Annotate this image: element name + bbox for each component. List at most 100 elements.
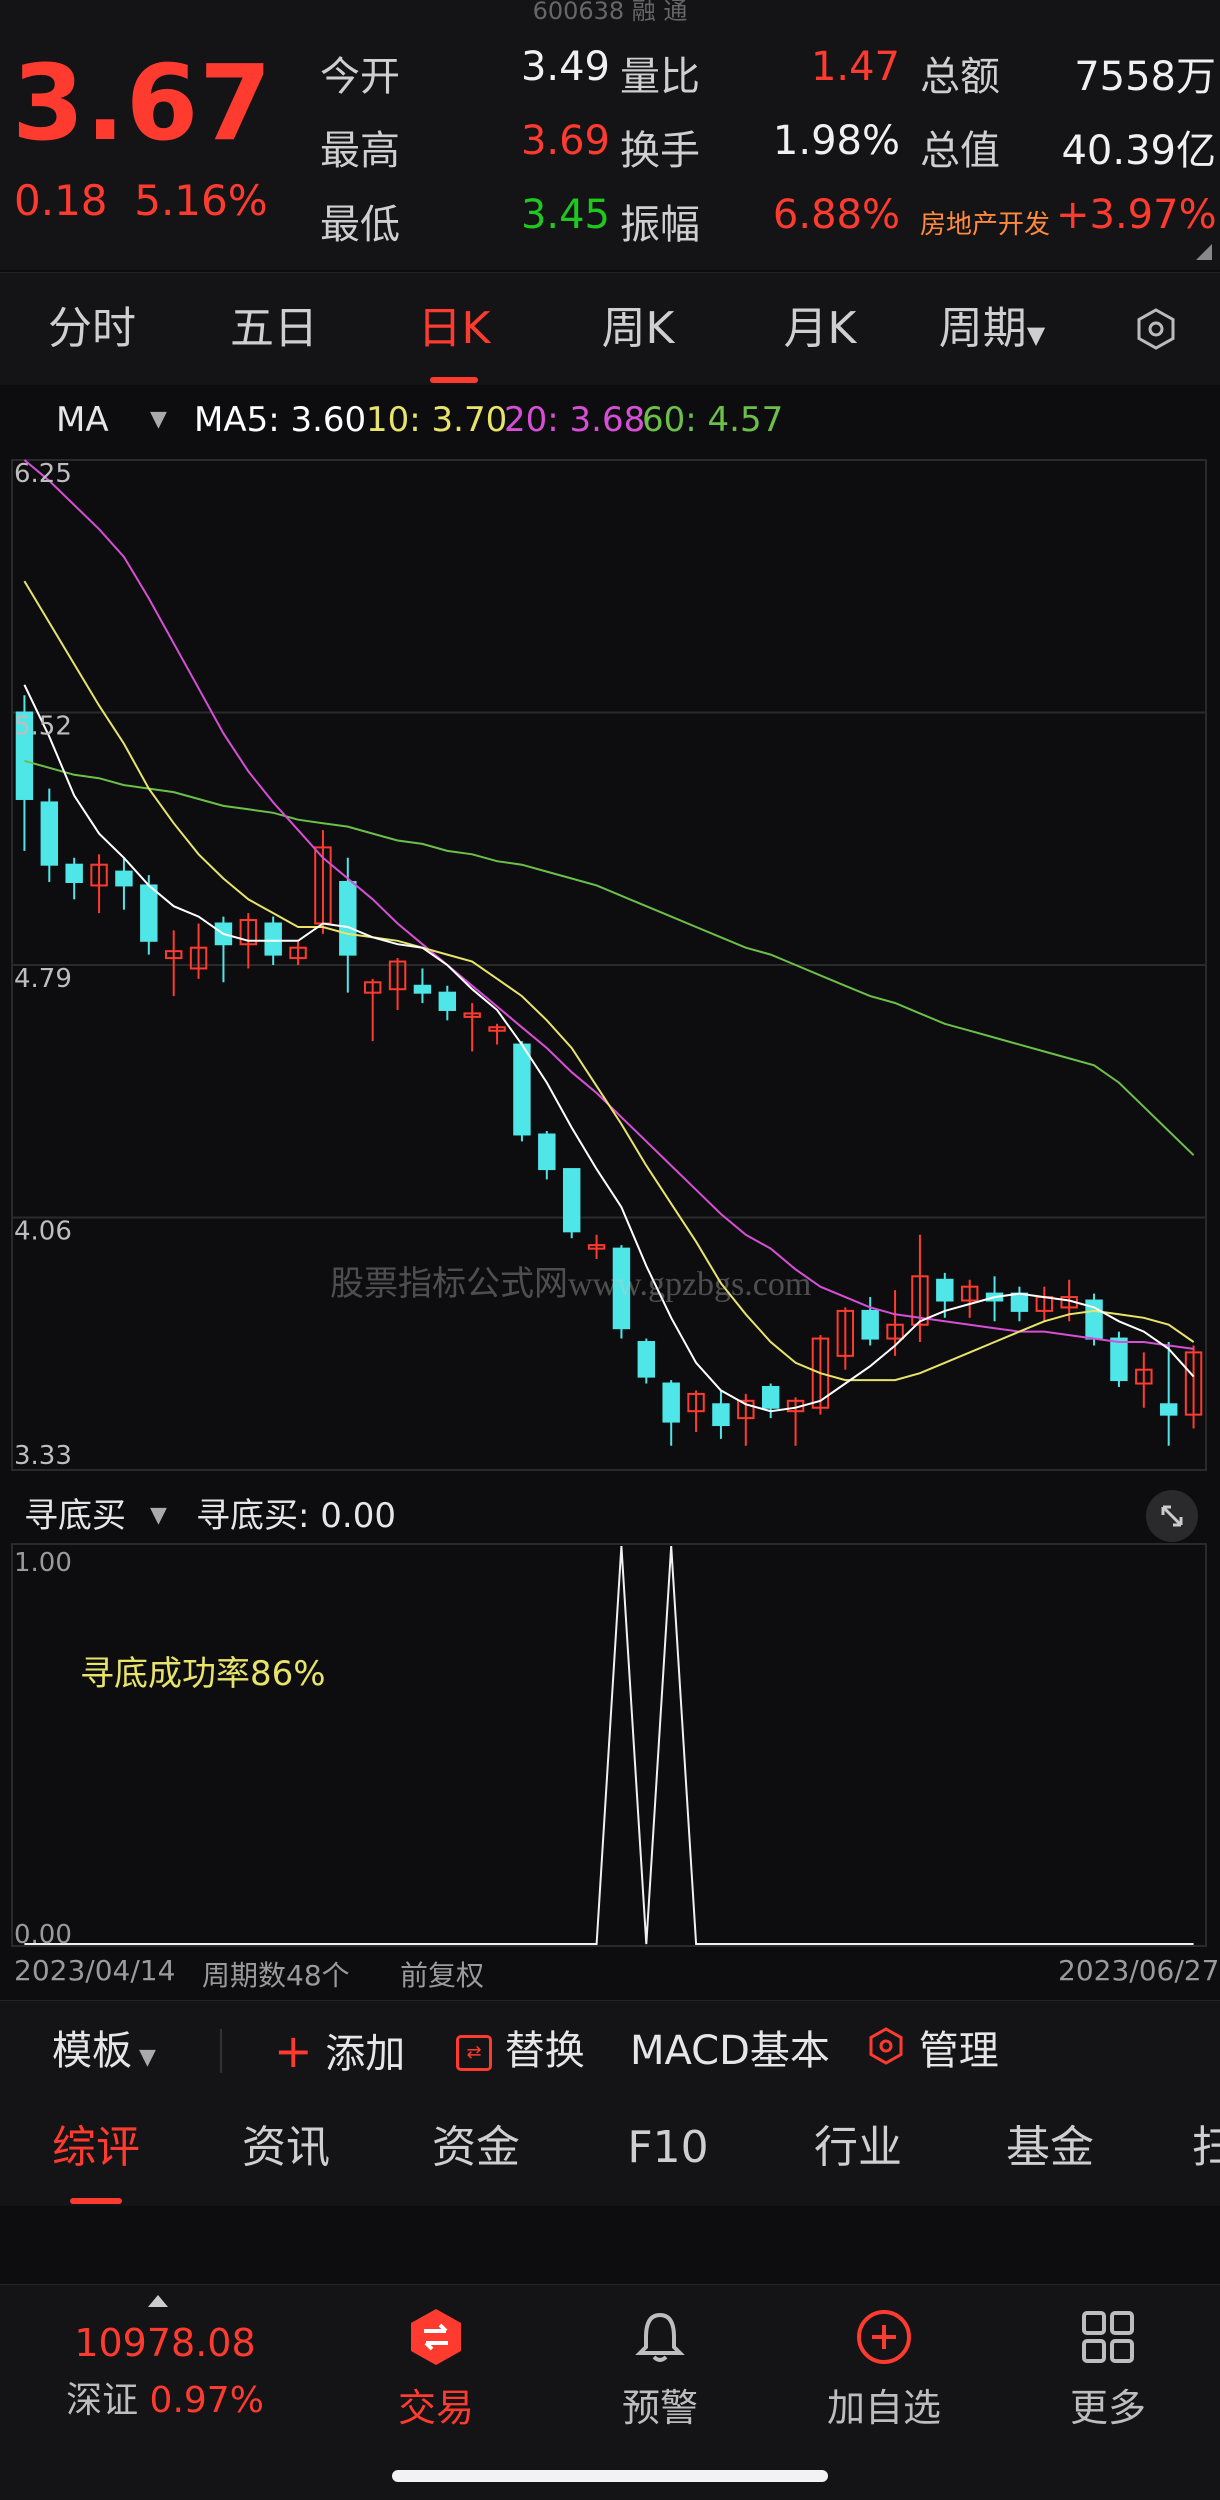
template-caret-icon: ▼ [132, 2045, 156, 2070]
y-tick-label: 3.33 [14, 1441, 72, 1471]
candle-body [513, 1043, 531, 1136]
stats-grid: 今开 3.49 量比 1.47 总额 7558万 最高 3.69 换手 1.98… [320, 44, 1217, 254]
period-count: 周期数48个 [202, 1959, 350, 1992]
candle-body [339, 880, 357, 956]
home-indicator [392, 2470, 828, 2482]
chart-grid [11, 459, 1207, 1947]
toolbar-divider [220, 2029, 222, 2073]
template-button[interactable]: 模板 ▼ [52, 2001, 156, 2101]
ma20-line [23, 459, 1194, 1350]
kline-chart[interactable]: 6.25 5.52 4.79 4.06 3.33 [0, 452, 1220, 1972]
y-tick-label: 5.52 [14, 712, 72, 742]
y-tick-label: 4.79 [14, 964, 72, 994]
tab-overview[interactable]: 综评 [16, 2090, 176, 2206]
index-change: 深证 0.97% [66, 2380, 264, 2421]
stat-amount-label: 总额 [920, 54, 1000, 100]
active-tab-indicator [430, 377, 478, 383]
candle-body [413, 984, 432, 994]
tab-news[interactable]: 资讯 [206, 2090, 366, 2206]
stat-volratio-value: 1.47 [810, 44, 900, 90]
tab-industry[interactable]: 行业 [778, 2090, 938, 2206]
replace-button[interactable]: ⇄ 替换 [456, 2001, 585, 2101]
swap-icon: ⇄ [456, 2035, 492, 2071]
index-up-arrow-icon [148, 2295, 168, 2307]
ma-caret-down-icon[interactable]: ▼ [150, 388, 167, 452]
manage-hex-icon [866, 2003, 906, 2103]
add-circle-icon [857, 2310, 911, 2364]
indicator-caret-down-icon[interactable]: ▼ [150, 1486, 167, 1546]
tab-weekly-k[interactable]: 周K [558, 273, 718, 385]
candle-body [936, 1278, 954, 1302]
watermark: 股票指标公式网www.gpzbgs.com [330, 1266, 812, 1303]
stat-volratio-label: 量比 [620, 54, 700, 100]
stock-code: 600638 融 通 [532, 0, 688, 25]
candle-body [40, 801, 59, 866]
ma5-value: MA5: 3.60 [194, 400, 367, 440]
candle-body [1159, 1403, 1178, 1416]
candles [15, 695, 1203, 1446]
index-ticker[interactable]: 10978.08 深证 0.97% [50, 2285, 264, 2475]
stat-turnover-value: 1.98% [772, 118, 900, 164]
stat-amount-value: 7558万 [1074, 54, 1216, 100]
indicator-annotation: 寻底成功率86% [80, 1654, 326, 1694]
candle-body [438, 991, 457, 1011]
nav-trade[interactable]: 交易 [336, 2285, 536, 2475]
ma-legend: MA ▼ MA5: 3.60 10: 3.70 20: 3.68 60: 4.5… [0, 388, 1220, 452]
stat-open-label: 今开 [320, 54, 400, 100]
tab-daily-k[interactable]: 日K [374, 273, 534, 385]
quote-header: 600638 融 通 3.67 0.18 5.16% 今开 3.49 量比 1.… [0, 0, 1220, 270]
settings-hex-icon[interactable] [1134, 307, 1178, 351]
sector-label[interactable]: 房地产开发 [920, 204, 1050, 241]
nav-more[interactable]: 更多 [1008, 2285, 1208, 2475]
stat-amplitude-label: 振幅 [620, 202, 700, 248]
nav-add-watchlist[interactable]: 加自选 [784, 2285, 984, 2475]
nav-trade-label: 交易 [397, 2386, 474, 2430]
candle-body [1010, 1292, 1029, 1312]
tab-intraday[interactable]: 分时 [12, 273, 172, 385]
sector-value: +3.97% [1056, 192, 1217, 238]
start-date: 2023/04/14 [14, 1954, 176, 1987]
add-button[interactable]: + 添加 [274, 2001, 405, 2101]
bottom-nav: 10978.08 深证 0.97% 交易 预警 加自选 更多 [0, 2284, 1220, 2500]
candle-body [562, 1168, 581, 1233]
indicator-y-bottom: 0.00 [14, 1920, 72, 1950]
candle-body [1110, 1337, 1128, 1382]
last-price: 3.67 [12, 42, 273, 164]
macd-button[interactable]: MACD基本 [630, 2001, 830, 2101]
tab-period-dropdown[interactable]: 周期▼ [912, 273, 1072, 385]
tab-fund[interactable]: 基金 [970, 2090, 1130, 2206]
plus-icon: + [274, 2024, 313, 2078]
stat-mktcap-value: 40.39亿 [1061, 128, 1216, 174]
candle-body [140, 884, 158, 942]
manage-button[interactable]: 管理 [866, 2001, 999, 2101]
candle-body [712, 1403, 730, 1427]
adjust-mode[interactable]: 前复权 [400, 1954, 484, 1994]
indicator-selector[interactable]: 寻底买 [24, 1486, 126, 1546]
ma60-line [24, 759, 1195, 1156]
tab-f10[interactable]: F10 [588, 2090, 748, 2206]
nav-alert-label: 预警 [621, 2386, 698, 2430]
stat-turnover-label: 换手 [620, 128, 700, 174]
candle-body [264, 922, 282, 956]
candle-body [662, 1382, 680, 1423]
index-value: 10978.08 [74, 2321, 256, 2365]
nav-alert[interactable]: 预警 [560, 2285, 760, 2475]
stat-mktcap-label: 总值 [920, 128, 1000, 174]
tab-five-day[interactable]: 五日 [194, 273, 354, 385]
caret-down-icon: ▼ [1026, 321, 1046, 349]
y-tick-label: 6.25 [14, 459, 72, 489]
tab-funds-flow[interactable]: 资金 [396, 2090, 556, 2206]
candle-body [637, 1341, 656, 1378]
candle-body [115, 870, 133, 887]
ma-selector[interactable]: MA [56, 388, 109, 452]
ma20-value: 20: 3.68 [504, 400, 646, 440]
stat-amplitude-value: 6.88% [772, 192, 900, 238]
indicator-y-top: 1.00 [14, 1548, 72, 1578]
tab-more-clipped[interactable]: 扫 [1192, 2090, 1220, 2206]
trade-icon [411, 2309, 461, 2365]
grid-icon [1082, 2311, 1134, 2363]
tab-monthly-k[interactable]: 月K [740, 273, 900, 385]
date-row: 2023/04/14 周期数48个 前复权 2023/06/27 [0, 1950, 1220, 1992]
expand-corner-icon[interactable] [1196, 244, 1212, 260]
fullscreen-icon[interactable] [1146, 1490, 1198, 1542]
